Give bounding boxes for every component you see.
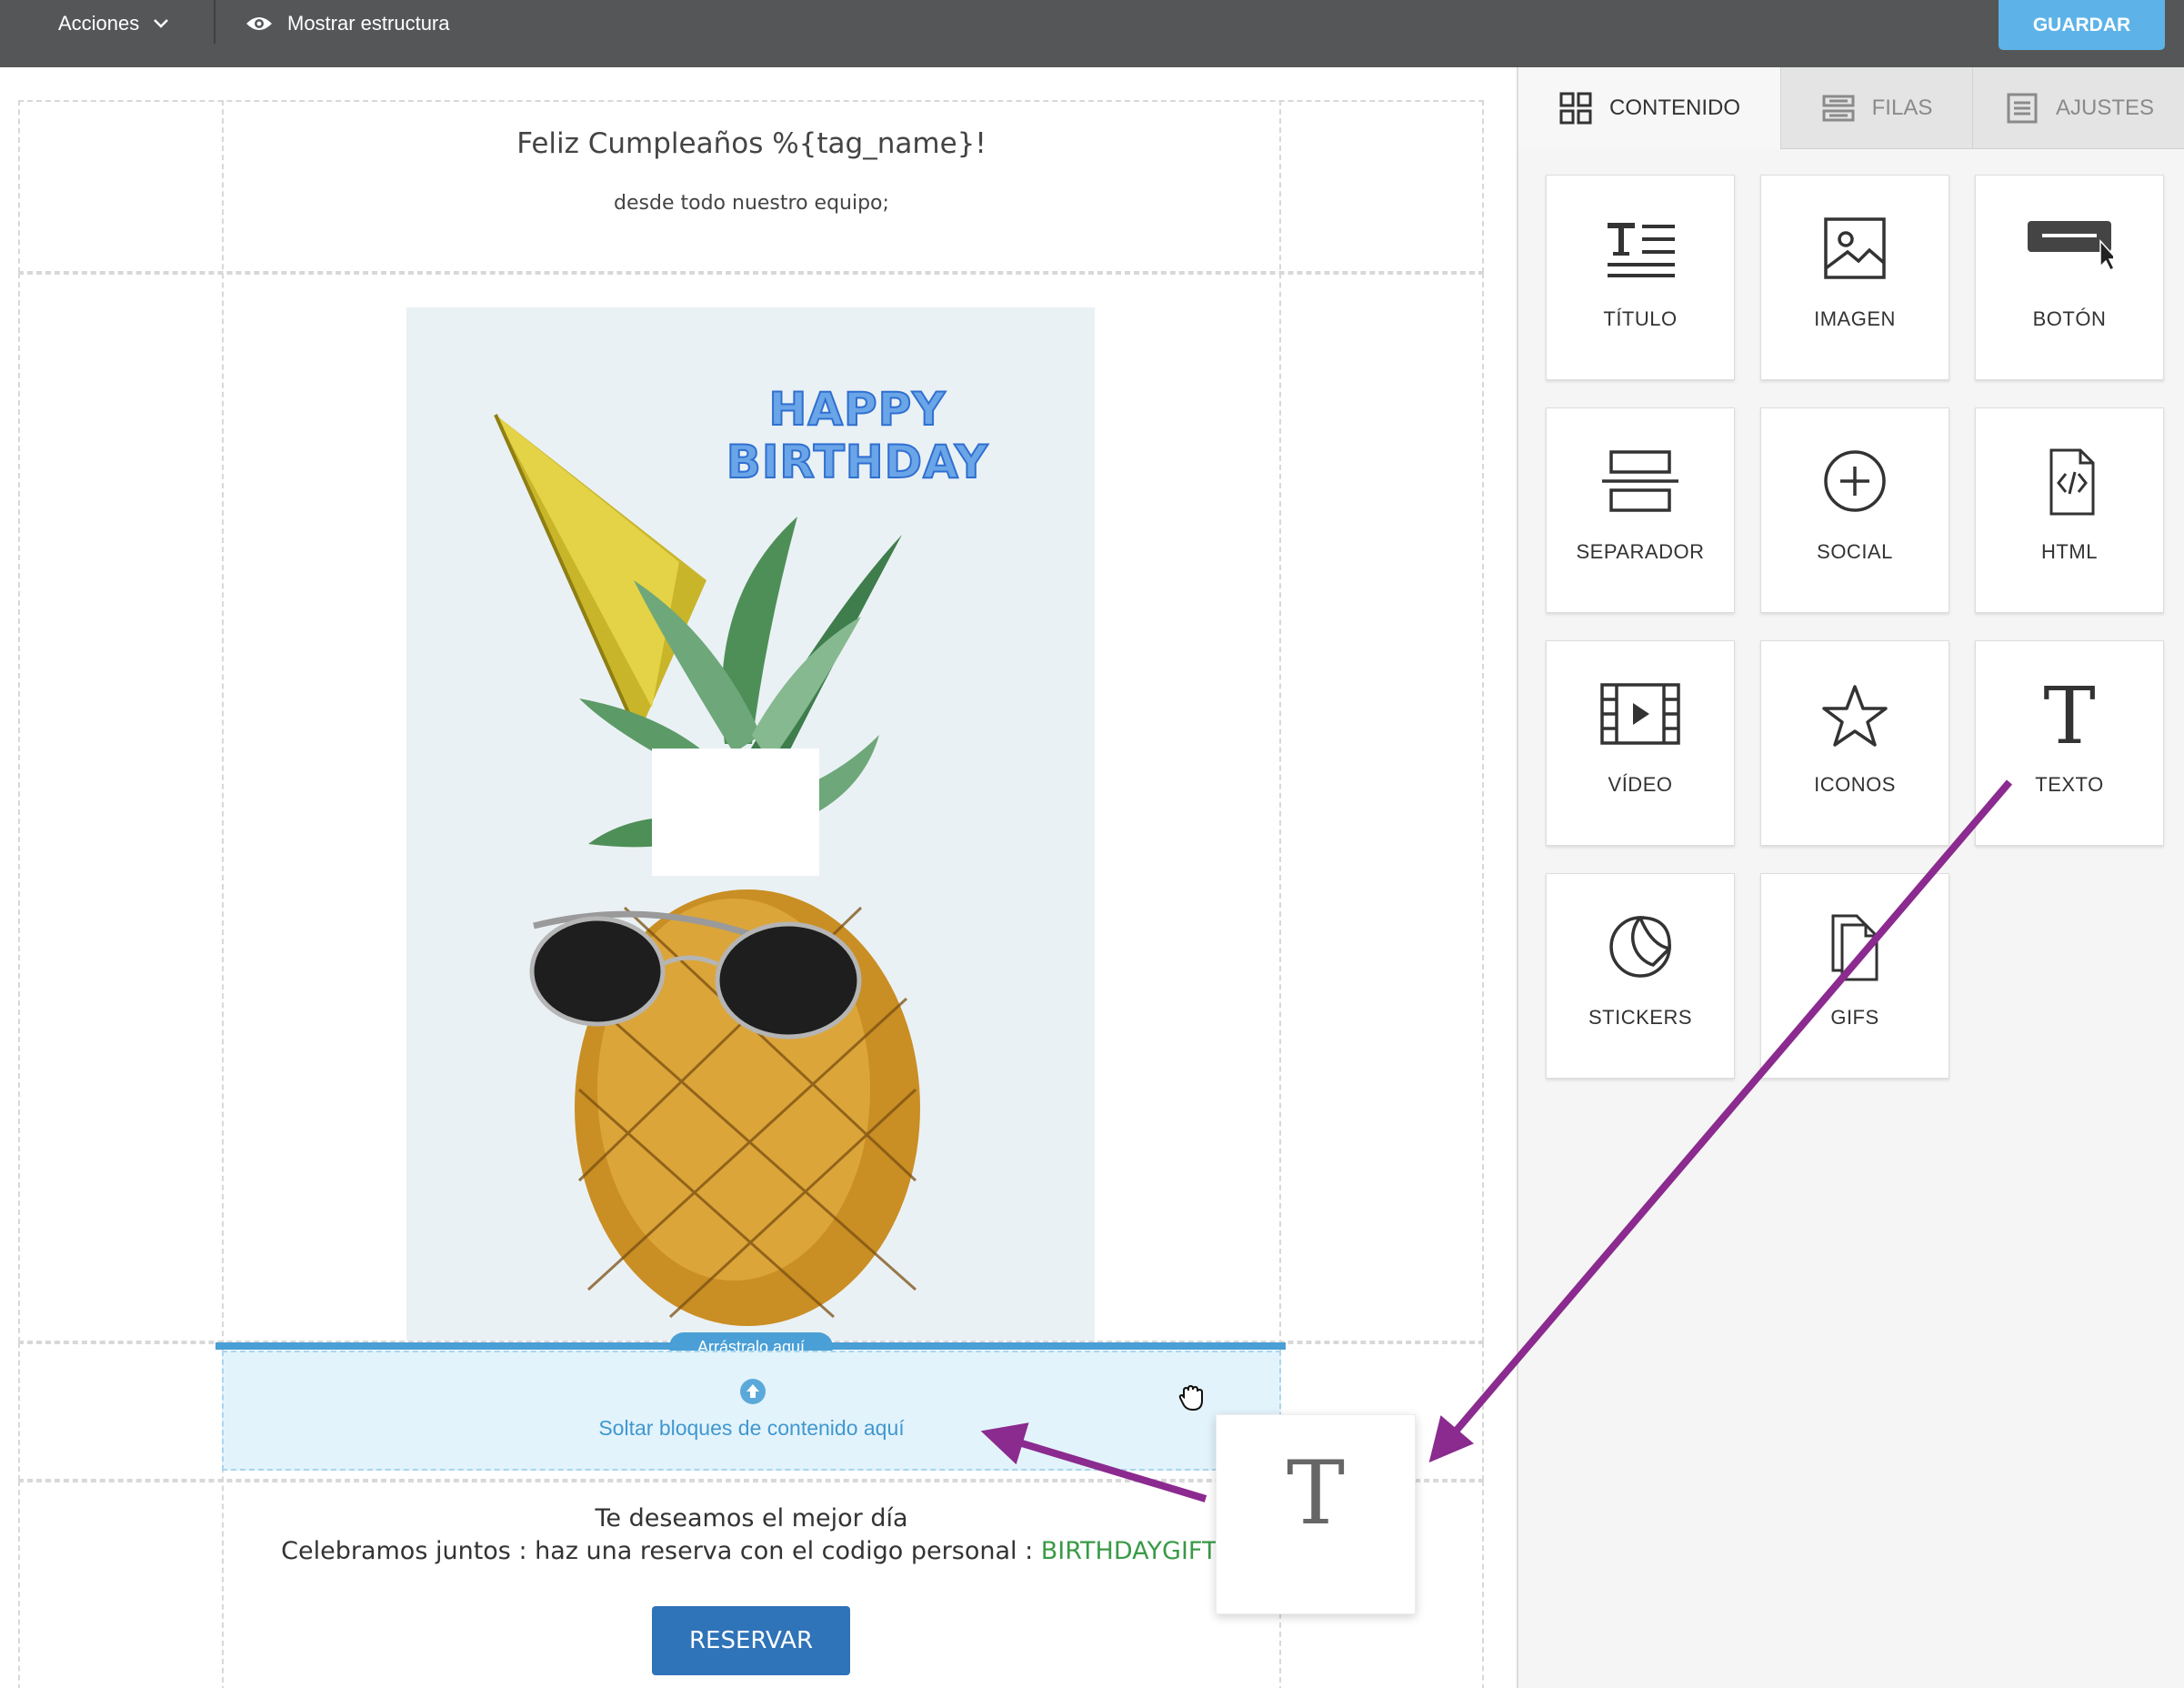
gift-code: BIRTHDAYGIFT. [1040,1537,1222,1565]
block-iconos[interactable]: ICONOS [1760,640,1949,846]
block-stickers-label: STICKERS [1588,1006,1693,1029]
grid-icon [1559,92,1592,125]
tab-filas-label: FILAS [1871,95,1933,120]
tab-ajustes-label: AJUSTES [2055,95,2155,120]
tab-contenido[interactable]: CONTENIDO [1518,67,1780,149]
email-heading[interactable]: Feliz Cumpleaños %{tag_name}! [222,127,1281,160]
happy-birthday-text: HAPPY BIRTHDAY [726,382,989,489]
settings-list-icon [2007,93,2038,123]
block-imagen[interactable]: IMAGEN [1760,175,1949,380]
tab-ajustes[interactable]: AJUSTES [1972,67,2184,149]
rows-icon [1822,95,1855,121]
block-html[interactable]: HTML [1975,407,2164,613]
block-social[interactable]: SOCIAL [1760,407,1949,613]
dropzone-text: Soltar bloques de contenido aquí [598,1416,905,1440]
block-texto[interactable]: T TEXTO [1975,640,2164,846]
block-separador[interactable]: SEPARADOR [1546,407,1735,613]
actions-menu[interactable]: Acciones [58,0,170,47]
email-subheading[interactable]: desde todo nuestro equipo; [222,192,1281,215]
body-reservation-prefix: Celebramos juntos : haz una reserva con … [281,1537,1041,1565]
svg-text:T: T [2043,679,2095,750]
block-boton-label: BOTÓN [2032,307,2107,330]
star-icon [1822,685,1888,747]
dragged-text-block[interactable]: T [1216,1414,1416,1614]
show-structure-label: Mostrar estructura [287,12,450,35]
tab-filas[interactable]: FILAS [1780,67,1972,149]
code-file-icon [2049,448,2095,516]
tab-contenido-label: CONTENIDO [1609,95,1740,120]
actions-label: Acciones [58,12,140,35]
block-gifs[interactable]: GIFS [1760,873,1949,1079]
image-icon [1824,217,1886,279]
toolbar-divider [214,0,215,44]
divider-icon [1602,450,1678,512]
gif-icon [1831,914,1878,981]
block-stickers[interactable]: STICKERS [1546,873,1735,1079]
chevron-down-icon [154,19,169,28]
block-html-label: HTML [2041,540,2098,563]
top-toolbar: Acciones Mostrar estructura GUARDAR [0,0,2184,67]
arrow-up-circle-icon [740,1379,766,1404]
block-separador-label: SEPARADOR [1576,540,1705,563]
birthday-hero-image[interactable]: HAPPY BIRTHDAY [406,307,1095,1341]
save-button[interactable]: GUARDAR [1999,0,2165,50]
sidebar-tabs: CONTENIDO FILAS AJUSTES [1518,67,2184,149]
block-imagen-label: IMAGEN [1814,307,1896,330]
block-social-label: SOCIAL [1817,540,1893,563]
text-icon: T [2043,679,2095,750]
sticker-icon [1609,916,1672,978]
content-sidebar: CONTENIDO FILAS AJUSTES TÍTULO IMAGEN BO… [1517,67,2184,1688]
show-structure-toggle[interactable]: Mostrar estructura [245,0,450,47]
block-iconos-label: ICONOS [1814,773,1896,796]
block-texto-label: TEXTO [2035,773,2104,796]
video-icon [1600,683,1680,745]
reserve-button[interactable]: RESERVAR [652,1606,850,1675]
grab-cursor-icon [1178,1384,1203,1412]
title-icon [1608,223,1675,277]
block-video-label: VÍDEO [1608,773,1673,796]
content-dropzone[interactable]: Soltar bloques de contenido aquí [222,1351,1281,1471]
plus-circle-icon [1824,450,1886,512]
block-titulo-label: TÍTULO [1603,307,1678,330]
eye-icon [246,17,272,30]
button-icon [2028,221,2113,272]
block-titulo[interactable]: TÍTULO [1546,175,1735,380]
block-video[interactable]: VÍDEO [1546,640,1735,846]
body-reservation-text[interactable]: Celebramos juntos : haz una reserva con … [222,1537,1281,1565]
text-icon: T [1286,1442,1346,1544]
block-gifs-label: GIFS [1830,1006,1879,1029]
body-greeting[interactable]: Te deseamos el mejor día [222,1504,1281,1532]
block-boton[interactable]: BOTÓN [1975,175,2164,380]
